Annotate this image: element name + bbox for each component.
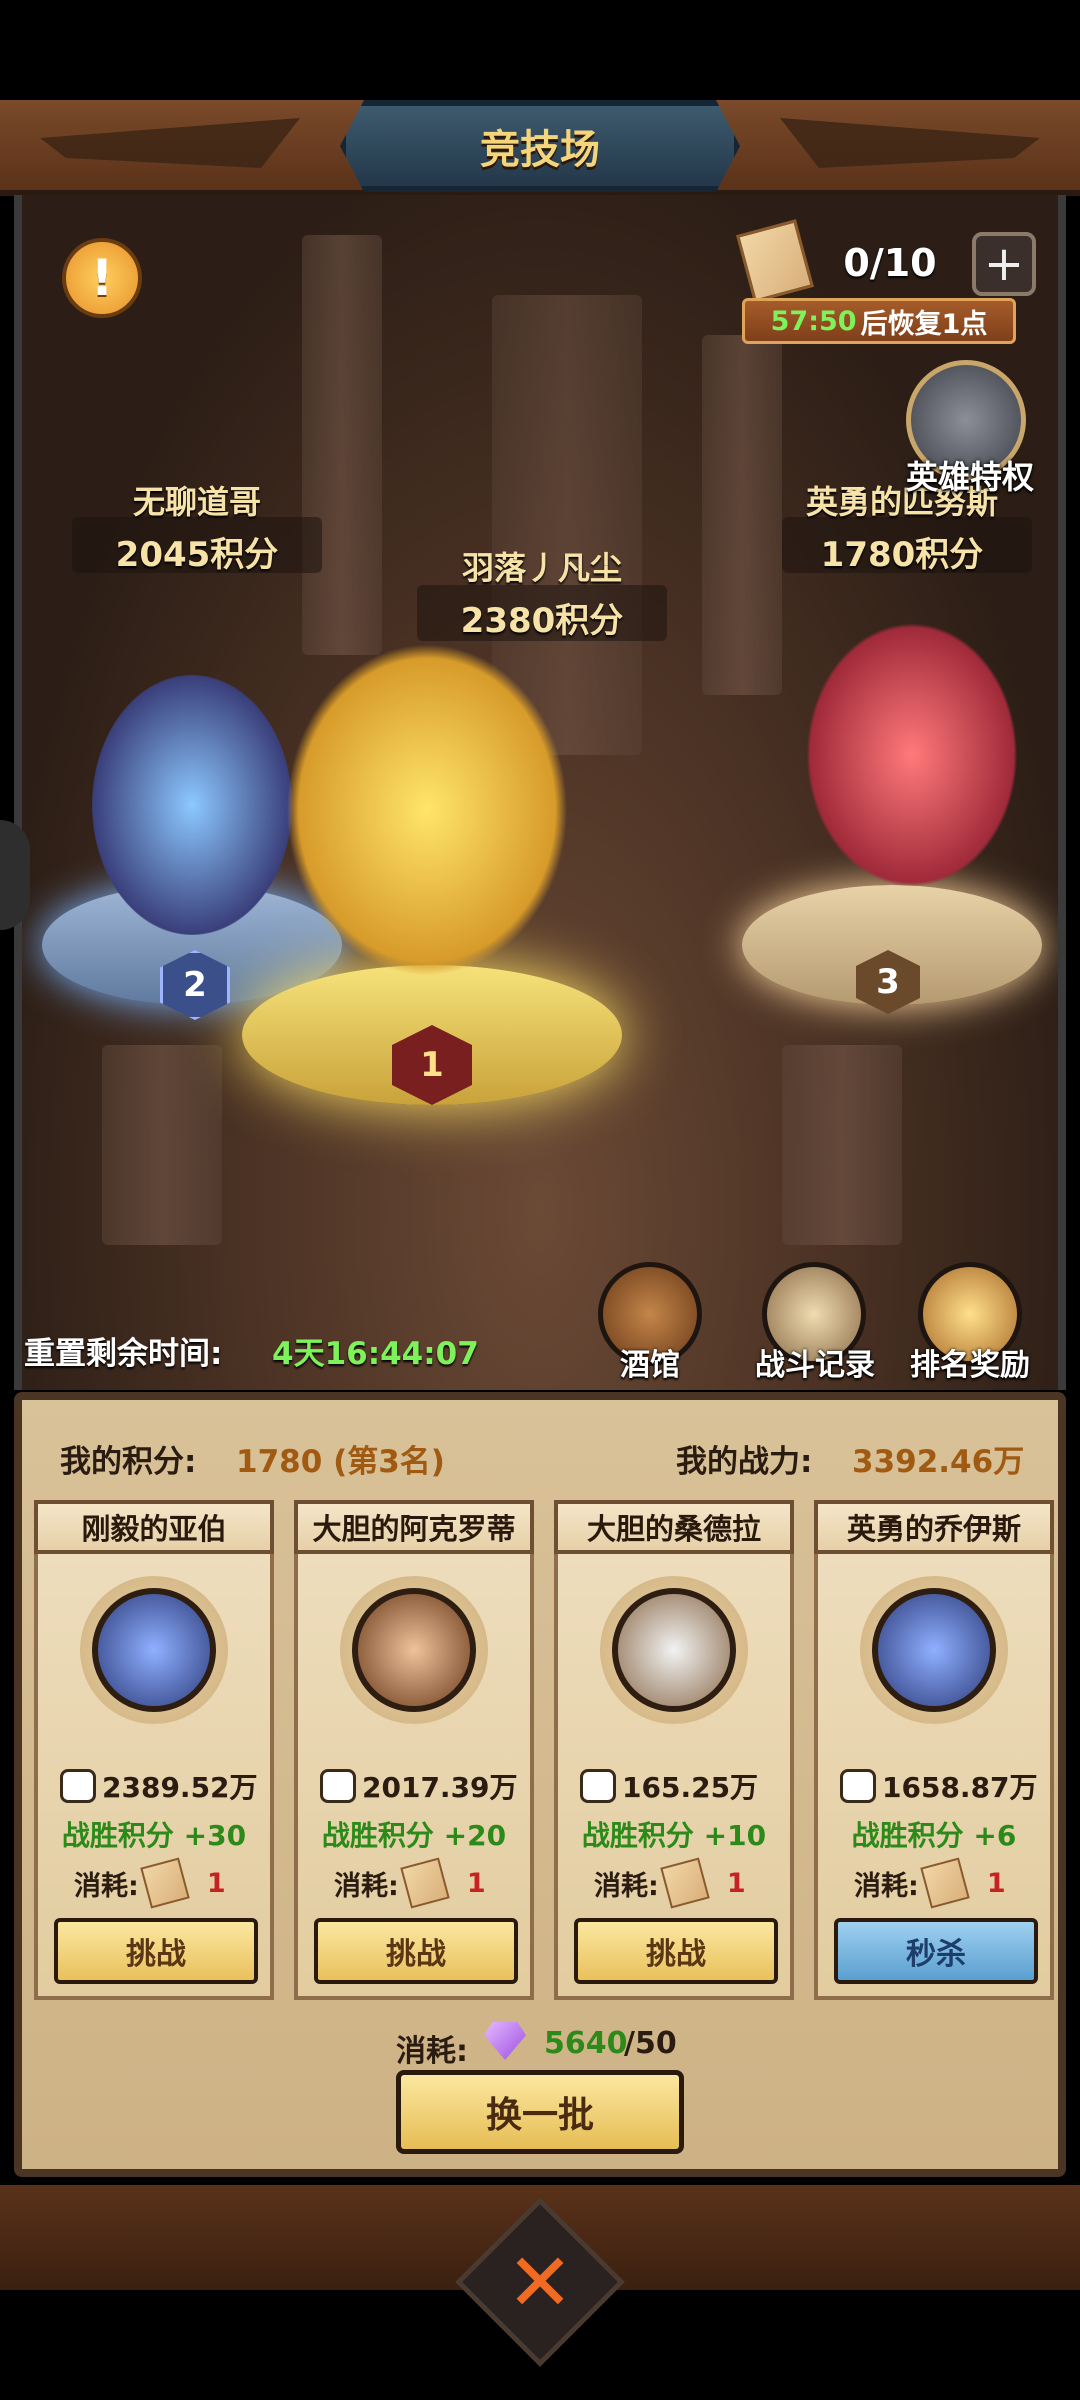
diamond-count: 5640 (544, 2026, 628, 2061)
cost-value: 1 (726, 1867, 746, 1899)
instant-kill-button[interactable]: 秒杀 (834, 1918, 1038, 1984)
hero-privilege-label[interactable]: 英雄特权 (880, 452, 1060, 498)
recover-text: 后恢复1点 (860, 308, 988, 340)
player-name: 羽落丿凡尘 (461, 549, 622, 587)
win-points: 战胜积分 +20 (321, 1819, 507, 1852)
stone-pedestal (782, 1045, 902, 1245)
ticket-count: 0/10 (843, 241, 937, 285)
fist-icon (840, 1769, 876, 1803)
cost-value: 1 (466, 1867, 486, 1899)
cost-label: 消耗: (74, 1870, 139, 1902)
banner-ornament-right (780, 118, 1040, 168)
player-info-rank-1: 羽落丿凡尘 2380积分 (417, 543, 667, 642)
refresh-opponents-button[interactable]: 换一批 (396, 2070, 684, 2154)
hero-avatar-rank-3[interactable] (792, 605, 1032, 905)
challenge-button[interactable]: 挑战 (54, 1918, 258, 1984)
cost-label: 消耗: (594, 1870, 659, 1902)
opponent-name: 刚毅的亚伯 (34, 1500, 274, 1554)
opponent-card: 大胆的桑德拉 165.25万 战胜积分 +10 消耗: 1 挑战 (554, 1500, 794, 2000)
ticket-icon (400, 1857, 450, 1909)
opponent-card: 刚毅的亚伯 2389.52万 战胜积分 +30 消耗: 1 挑战 (34, 1500, 274, 2000)
power-row: 2389.52万 (60, 1766, 258, 1806)
opponent-avatar[interactable] (352, 1588, 476, 1712)
stone-pedestal (102, 1045, 222, 1245)
banner-ornament-left (40, 118, 300, 168)
cost-value: 1 (986, 1867, 1006, 1899)
challenge-button[interactable]: 挑战 (314, 1918, 518, 1984)
my-power-value: 3392.46万 (852, 1444, 1025, 1480)
win-points: 战胜积分 +6 (851, 1819, 1017, 1852)
tavern-label[interactable]: 酒馆 (590, 1340, 710, 1384)
opponent-avatar[interactable] (872, 1588, 996, 1712)
recover-time: 57:50 (770, 305, 857, 337)
reset-countdown: 4天16:44:07 (272, 1336, 479, 1372)
opponent-power: 165.25万 (622, 1771, 759, 1804)
background-pillar (302, 235, 382, 655)
challenge-button[interactable]: 挑战 (574, 1918, 778, 1984)
player-name: 无聊道哥 (132, 483, 261, 521)
opponent-card: 大胆的阿克罗蒂 2017.39万 战胜积分 +20 消耗: 1 挑战 (294, 1500, 534, 2000)
ticket-recover-timer: 57:50 后恢复1点 (742, 298, 1016, 344)
diamond-cost: /50 (624, 2026, 677, 2061)
opponent-power: 2389.52万 (102, 1771, 258, 1804)
player-info-rank-2: 无聊道哥 2045积分 (72, 477, 322, 576)
side-drawer-handle[interactable] (0, 820, 30, 930)
fist-icon (580, 1769, 616, 1803)
ticket-icon (140, 1857, 190, 1909)
opponent-name: 大胆的桑德拉 (554, 1500, 794, 1554)
add-ticket-button[interactable]: + (972, 232, 1036, 296)
player-score: 2045积分 (115, 535, 279, 575)
title-plate: 竞技场 (340, 100, 740, 192)
power-row: 2017.39万 (320, 1766, 518, 1806)
hero-avatar-rank-1[interactable] (262, 615, 592, 1005)
opponent-power: 1658.87万 (882, 1771, 1038, 1804)
opponent-avatar[interactable] (92, 1588, 216, 1712)
refresh-cost-label: 消耗: (396, 2034, 468, 2069)
power-row: 1658.87万 (840, 1766, 1038, 1806)
page-title: 竞技场 (480, 127, 600, 173)
win-points: 战胜积分 +10 (581, 1819, 767, 1852)
player-score: 1780积分 (820, 535, 984, 575)
cost-value: 1 (206, 1867, 226, 1899)
close-icon[interactable]: ✕ (480, 2222, 600, 2342)
win-points: 战胜积分 +30 (61, 1819, 247, 1852)
battle-log-label[interactable]: 战斗记录 (740, 1340, 890, 1384)
cost-row: 消耗: 1 (594, 1857, 746, 1909)
my-power-label: 我的战力: (676, 1444, 813, 1480)
ticket-icon (920, 1857, 970, 1909)
cost-row: 消耗: 1 (854, 1857, 1006, 1909)
opponent-card: 英勇的乔伊斯 1658.87万 战胜积分 +6 消耗: 1 秒杀 (814, 1500, 1054, 2000)
my-score-label: 我的积分: (60, 1444, 197, 1480)
player-score: 2380积分 (460, 601, 624, 641)
opponent-power: 2017.39万 (362, 1771, 518, 1804)
cost-row: 消耗: 1 (334, 1857, 486, 1909)
status-bar (0, 0, 1080, 100)
fist-icon (320, 1769, 356, 1803)
opponent-avatar[interactable] (612, 1588, 736, 1712)
cost-label: 消耗: (334, 1870, 399, 1902)
info-alert-icon[interactable]: ! (62, 238, 142, 318)
arena-scene: 2 1 3 无聊道哥 2045积分 羽落丿凡尘 2380积分 英勇的匹努斯 17… (14, 195, 1066, 1390)
cost-row: 消耗: 1 (74, 1857, 226, 1909)
rank-reward-label[interactable]: 排名奖励 (895, 1340, 1045, 1384)
opponent-name: 大胆的阿克罗蒂 (294, 1500, 534, 1554)
my-score-value: 1780 (第3名) (236, 1444, 445, 1480)
opponent-name: 英勇的乔伊斯 (814, 1500, 1054, 1554)
fist-icon (60, 1769, 96, 1803)
ticket-icon (660, 1857, 710, 1909)
power-row: 165.25万 (580, 1766, 758, 1806)
cost-label: 消耗: (854, 1870, 919, 1902)
reset-label: 重置剩余时间: (24, 1336, 223, 1372)
